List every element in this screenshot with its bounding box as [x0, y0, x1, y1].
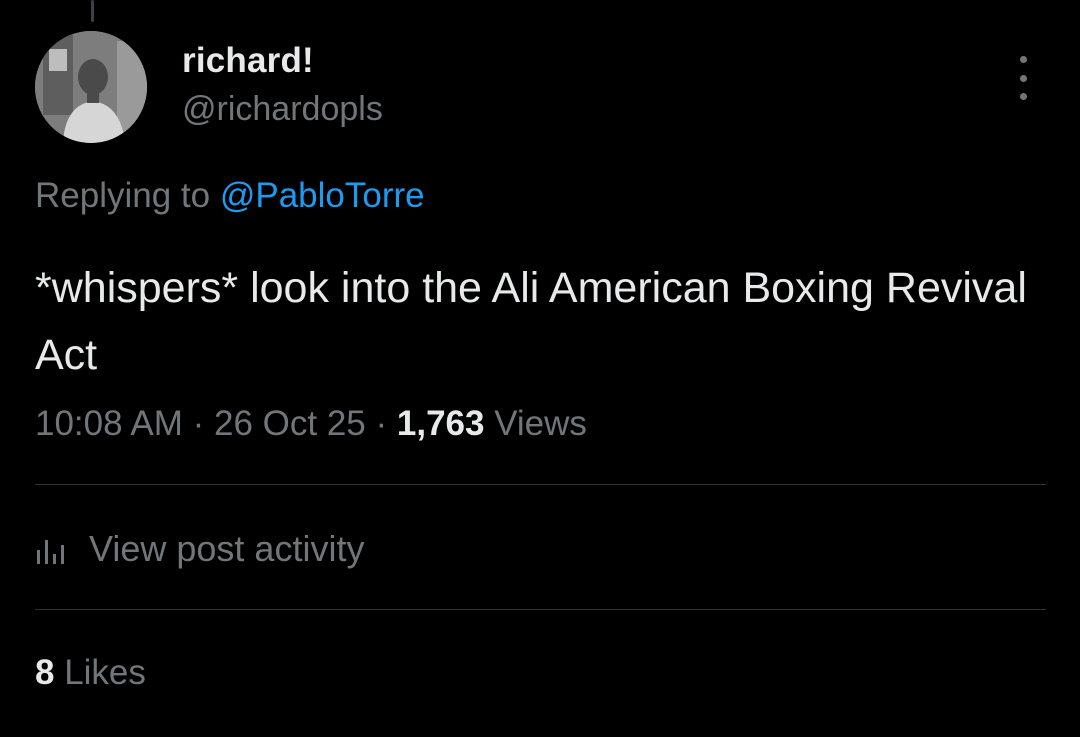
more-options-icon[interactable]	[1005, 56, 1041, 100]
reply-mention-link[interactable]: @PabloTorre	[220, 176, 425, 215]
likes-link[interactable]: 8 Likes	[35, 653, 146, 693]
likes-label: Likes	[54, 653, 146, 692]
views-count: 1,763	[396, 404, 485, 443]
tweet-date[interactable]: 26 Oct 25	[214, 404, 366, 443]
tweet-text: *whispers* look into the Ali American Bo…	[35, 264, 1027, 379]
tweet-time[interactable]: 10:08 AM	[35, 404, 183, 443]
author-display-name[interactable]: richard!	[182, 41, 314, 81]
meta-separator: ·	[182, 404, 214, 443]
replying-to: Replying to @PabloTorre	[35, 176, 425, 216]
meta-separator: ·	[365, 404, 397, 443]
avatar-photo	[35, 31, 147, 143]
more-dot	[1019, 93, 1027, 100]
view-post-activity-button[interactable]: View post activity	[35, 528, 364, 570]
more-dot	[1019, 56, 1027, 63]
divider	[35, 609, 1046, 610]
author-handle[interactable]: @richardopls	[182, 90, 383, 129]
bar-chart-icon	[37, 540, 64, 564]
more-dot	[1019, 74, 1027, 82]
views-label: Views	[484, 404, 587, 443]
thread-connector-line	[91, 0, 94, 22]
avatar[interactable]	[35, 31, 147, 143]
tweet-meta: 10:08 AM · 26 Oct 25 · 1,763 Views	[35, 404, 587, 444]
replying-to-prefix: Replying to	[35, 176, 220, 215]
divider	[35, 484, 1046, 485]
view-post-activity-label: View post activity	[89, 528, 365, 569]
likes-count: 8	[35, 653, 55, 692]
